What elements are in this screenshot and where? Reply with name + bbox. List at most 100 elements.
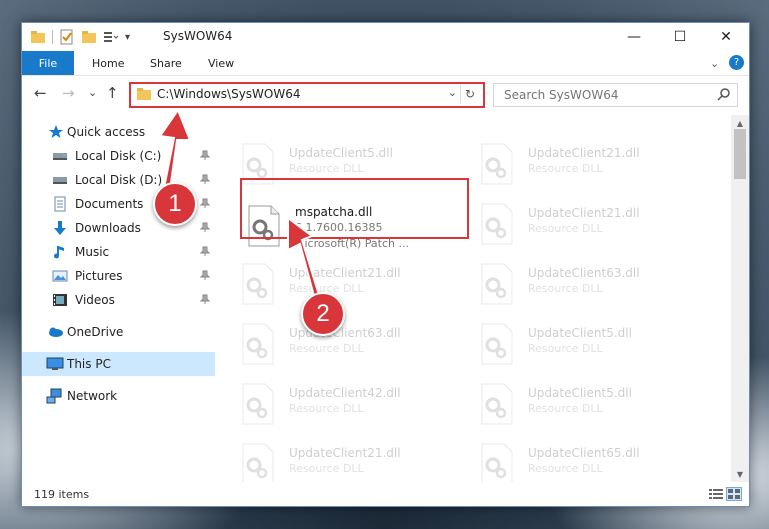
file-description: Resource DLL xyxy=(289,162,364,175)
pin-icon[interactable] xyxy=(199,150,211,163)
file-name: UpdateClient5.dll xyxy=(528,326,632,340)
list-item[interactable]: UpdateClient63.dll Resource DLL xyxy=(480,263,700,313)
file-description: Resource DLL xyxy=(528,342,603,355)
refresh-button[interactable]: ↻ xyxy=(460,85,479,103)
drive-icon xyxy=(52,148,68,164)
file-description: Resource DLL xyxy=(289,462,364,475)
drive-icon xyxy=(52,172,68,188)
file-explorer-window: ▾ SysWOW64 — ☐ ✕ File Home Share View ⌄ … xyxy=(21,22,750,507)
ribbon-tabs: File Home Share View ⌄ ? xyxy=(22,51,749,76)
minimize-button[interactable]: — xyxy=(611,23,657,51)
list-item[interactable]: UpdateClient65.dll Resource DLL xyxy=(480,443,700,482)
search-box[interactable] xyxy=(493,83,738,107)
vertical-scrollbar[interactable]: ▲ ▼ xyxy=(731,115,749,482)
quick-access-toolbar: ▾ xyxy=(30,29,130,45)
view-switcher xyxy=(709,487,742,501)
file-description: Resource DLL xyxy=(528,162,603,175)
list-item[interactable]: UpdateClient42.dll Resource DLL xyxy=(241,383,461,433)
dll-file-icon xyxy=(480,203,514,245)
sidebar-item-label: Local Disk (C:) xyxy=(75,149,162,163)
file-name: UpdateClient42.dll xyxy=(289,386,401,400)
up-button[interactable]: ↑ xyxy=(106,84,119,102)
list-item[interactable]: UpdateClient21.dll Resource DLL xyxy=(480,143,700,193)
list-item[interactable]: UpdateClient5.dll Resource DLL xyxy=(480,323,700,373)
recent-locations-button[interactable]: ⌄ xyxy=(88,86,97,99)
pin-icon[interactable] xyxy=(199,222,211,235)
dll-file-icon xyxy=(241,323,275,365)
sidebar-item-network[interactable]: Network xyxy=(22,384,215,408)
large-icons-view-icon[interactable] xyxy=(726,487,742,501)
step-badge-1: 1 xyxy=(153,182,197,226)
navigation-pane: Quick access Local Disk (C:) Local Disk … xyxy=(22,115,215,482)
close-button[interactable]: ✕ xyxy=(703,23,749,51)
dll-file-icon xyxy=(241,263,275,305)
pin-icon[interactable] xyxy=(199,246,211,259)
sidebar-item-label: Downloads xyxy=(75,221,141,235)
window-title: SysWOW64 xyxy=(163,29,233,43)
list-item[interactable]: UpdateClient21.dll Resource DLL xyxy=(241,443,461,482)
dll-file-icon xyxy=(480,143,514,185)
address-dropdown-icon[interactable]: ⌄ xyxy=(448,86,457,99)
sidebar-item-this-pc[interactable]: This PC xyxy=(22,352,215,376)
forward-button[interactable]: → xyxy=(62,84,75,102)
tab-home[interactable]: Home xyxy=(92,51,124,75)
scroll-down-icon[interactable]: ▼ xyxy=(731,466,749,482)
address-path: C:\Windows\SysWOW64 xyxy=(157,87,301,101)
toolbar-dropdown-icon[interactable]: ▾ xyxy=(125,32,130,43)
status-bar: 119 items xyxy=(22,484,749,506)
item-count: 119 items xyxy=(34,488,90,501)
file-name: UpdateClient21.dll xyxy=(528,146,640,160)
pin-icon[interactable] xyxy=(199,270,211,283)
address-bar[interactable]: C:\Windows\SysWOW64 ⌄ ↻ xyxy=(129,82,485,108)
sidebar-item-label: This PC xyxy=(67,357,111,371)
file-name: UpdateClient63.dll xyxy=(528,266,640,280)
music-icon xyxy=(52,244,68,260)
details-view-icon[interactable] xyxy=(709,488,723,500)
sidebar-item-quick-access[interactable]: Quick access xyxy=(22,120,215,144)
maximize-button[interactable]: ☐ xyxy=(657,23,703,51)
title-separator xyxy=(52,30,53,44)
pin-icon[interactable] xyxy=(199,198,211,211)
sidebar-item-videos[interactable]: Videos xyxy=(22,288,215,312)
sidebar-item-label: Network xyxy=(67,389,118,403)
customize-toolbar-icon[interactable] xyxy=(103,29,119,45)
list-item[interactable]: UpdateClient21.dll Resource DLL xyxy=(480,203,700,253)
sidebar-item-label: Documents xyxy=(75,197,144,211)
sidebar-item-pictures[interactable]: Pictures xyxy=(22,264,215,288)
file-description: Resource DLL xyxy=(528,222,603,235)
list-item[interactable]: UpdateClient5.dll Resource DLL xyxy=(480,383,700,433)
list-item[interactable]: UpdateClient21.dll Resource DLL xyxy=(241,263,461,313)
back-button[interactable]: ← xyxy=(34,84,47,102)
computer-icon xyxy=(46,356,64,372)
step-badge-2: 2 xyxy=(301,292,345,336)
tab-share[interactable]: Share xyxy=(150,51,182,75)
dll-file-icon xyxy=(480,323,514,365)
sidebar-item-label: Videos xyxy=(75,293,115,307)
new-folder-icon[interactable] xyxy=(81,29,97,45)
highlight-box-file xyxy=(240,178,469,239)
tab-file[interactable]: File xyxy=(22,51,74,75)
scroll-thumb[interactable] xyxy=(734,129,746,179)
folder-icon xyxy=(136,87,152,104)
help-icon[interactable]: ? xyxy=(729,55,744,70)
folder-icon xyxy=(30,29,46,45)
pin-icon[interactable] xyxy=(199,294,211,307)
search-input[interactable] xyxy=(502,87,706,103)
file-name: UpdateClient21.dll xyxy=(289,266,401,280)
sidebar-item-label: OneDrive xyxy=(67,325,124,339)
expand-ribbon-icon[interactable]: ⌄ xyxy=(710,51,719,75)
file-description: Resource DLL xyxy=(528,282,603,295)
search-icon xyxy=(717,87,731,104)
sidebar-item-local-disk-c[interactable]: Local Disk (C:) xyxy=(22,144,215,168)
list-item[interactable]: UpdateClient63.dll Resource DLL xyxy=(241,323,461,373)
dll-file-icon xyxy=(480,443,514,482)
file-name: UpdateClient5.dll xyxy=(528,386,632,400)
sidebar-item-onedrive[interactable]: OneDrive xyxy=(22,320,215,344)
network-icon xyxy=(46,388,62,404)
sidebar-item-music[interactable]: Music xyxy=(22,240,215,264)
properties-icon[interactable] xyxy=(59,29,75,45)
pin-icon[interactable] xyxy=(199,174,211,187)
tab-view[interactable]: View xyxy=(208,51,234,75)
navigation-bar: ← → ⌄ ↑ C:\Windows\SysWOW64 ⌄ ↻ xyxy=(22,76,749,110)
file-description: Resource DLL xyxy=(528,462,603,475)
